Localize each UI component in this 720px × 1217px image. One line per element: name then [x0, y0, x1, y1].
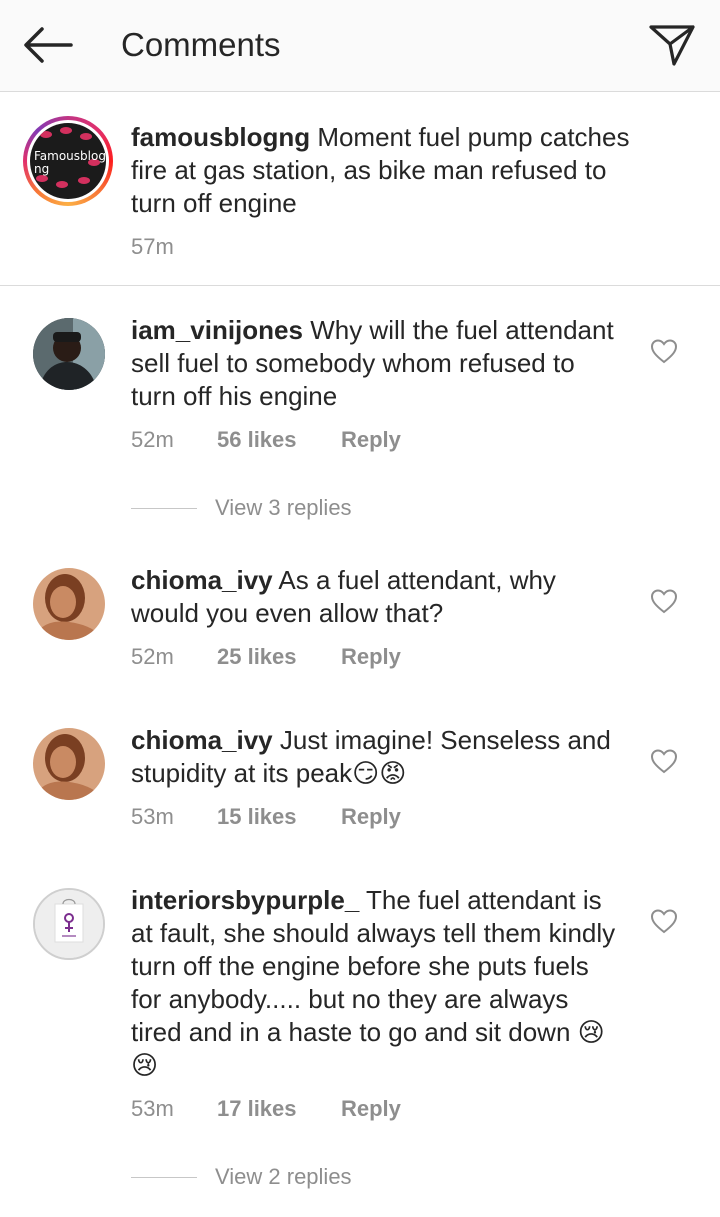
header-bar: Comments — [0, 0, 720, 92]
arrow-left-icon — [24, 27, 73, 63]
user-photo — [33, 728, 105, 800]
likes-count[interactable]: 25 likes — [217, 643, 341, 671]
caption-meta: 57m — [131, 233, 217, 261]
purple-bag-logo — [35, 890, 103, 958]
comment-time: 53m — [131, 804, 174, 829]
avatar[interactable] — [33, 568, 105, 640]
caption-text: famousblogng Moment fuel pump catches fi… — [131, 121, 631, 220]
heart-icon[interactable] — [650, 338, 678, 364]
heart-icon[interactable] — [650, 908, 678, 934]
view-replies-label: View 2 replies — [215, 1164, 352, 1189]
heart-icon[interactable] — [650, 748, 678, 774]
avatar[interactable]: Famousblog ng — [23, 116, 113, 206]
comment-meta: 52m 25 likes Reply — [131, 643, 401, 671]
comment-username[interactable]: interiorsbypurple_ — [131, 885, 359, 915]
view-replies-button[interactable]: View 3 replies — [131, 494, 352, 522]
reply-button[interactable]: Reply — [341, 803, 401, 831]
heart-icon[interactable] — [650, 588, 678, 614]
likes-count[interactable]: 17 likes — [217, 1095, 341, 1123]
user-photo — [33, 318, 105, 390]
user-photo — [33, 568, 105, 640]
avatar[interactable] — [33, 318, 105, 390]
likes-count[interactable]: 56 likes — [217, 426, 341, 454]
avatar[interactable] — [33, 728, 105, 800]
avatar[interactable] — [33, 888, 105, 960]
send-button[interactable] — [646, 20, 698, 70]
back-button[interactable] — [18, 20, 76, 70]
caption-time: 57m — [131, 234, 174, 259]
famousblogng-logo: Famousblog ng — [30, 123, 106, 199]
comment-username[interactable]: iam_vinijones — [131, 315, 303, 345]
reply-button[interactable]: Reply — [341, 426, 401, 454]
comment-text: interiorsbypurple_ The fuel attendant is… — [131, 884, 621, 1082]
divider-line — [131, 507, 197, 509]
view-replies-label: View 3 replies — [215, 495, 352, 520]
comment-username[interactable]: chioma_ivy — [131, 565, 273, 595]
comment-meta: 53m 15 likes Reply — [131, 803, 401, 831]
emoji: 😏😡 — [352, 758, 407, 788]
page-title: Comments — [121, 26, 281, 63]
caption-username[interactable]: famousblogng — [131, 122, 310, 152]
comment-time: 52m — [131, 644, 174, 669]
reply-button[interactable]: Reply — [341, 1095, 401, 1123]
comment-text: chioma_ivy As a fuel attendant, why woul… — [131, 564, 621, 630]
reply-button[interactable]: Reply — [341, 643, 401, 671]
comment-username[interactable]: chioma_ivy — [131, 725, 273, 755]
comment-time: 52m — [131, 427, 174, 452]
comment-text: iam_vinijones Why will the fuel attendan… — [131, 314, 621, 413]
likes-count[interactable]: 15 likes — [217, 803, 341, 831]
comment-meta: 52m 56 likes Reply — [131, 426, 401, 454]
comment-time: 53m — [131, 1096, 174, 1121]
comment-text: chioma_ivy Just imagine! Senseless and s… — [131, 724, 621, 790]
paper-plane-icon — [649, 25, 695, 66]
post-caption: Famousblog ng famousblogng Moment fuel p… — [0, 93, 720, 286]
comment-meta: 53m 17 likes Reply — [131, 1095, 401, 1123]
view-replies-button[interactable]: View 2 replies — [131, 1163, 352, 1191]
divider-line — [131, 1176, 197, 1178]
